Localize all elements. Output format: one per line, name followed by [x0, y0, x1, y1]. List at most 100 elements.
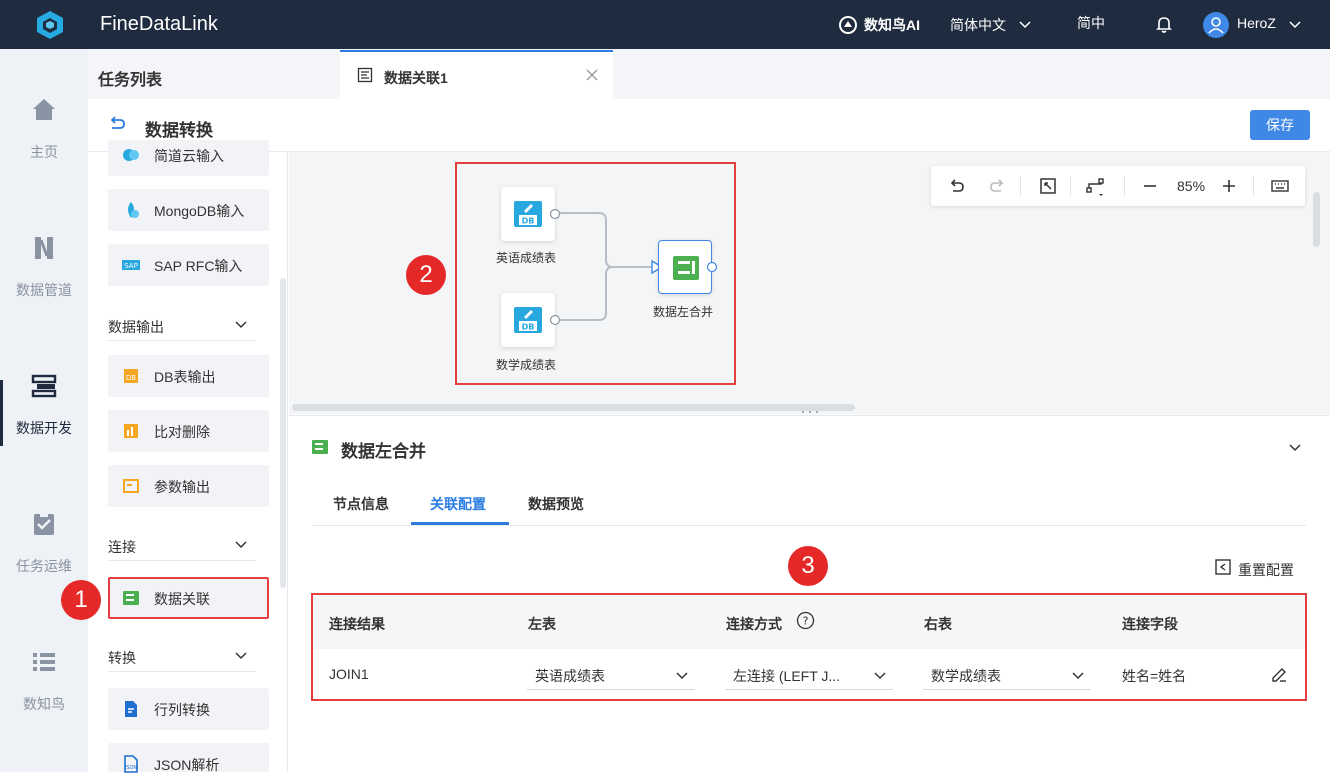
chevron-down-icon	[235, 321, 247, 329]
tab-join-config[interactable]: 关联配置	[430, 494, 486, 514]
highlight-box-table	[311, 593, 1307, 701]
component-row-col-transform[interactable]: 行列转换	[108, 688, 269, 730]
section-transform[interactable]: 转换	[108, 642, 256, 672]
close-tab-icon[interactable]	[586, 69, 598, 81]
param-output-icon	[123, 479, 139, 493]
component-label: SAP RFC输入	[154, 258, 243, 274]
username[interactable]: HeroZ	[1237, 15, 1276, 31]
component-db-output[interactable]: DB DB表输出	[108, 355, 269, 397]
section-label: 转换	[108, 650, 136, 666]
nav-label-shuzhiniao: 数知鸟	[23, 696, 65, 712]
toolbar-divider	[1070, 176, 1071, 196]
nav-label-dev: 数据开发	[16, 420, 72, 436]
compare-delete-icon	[124, 424, 138, 438]
component-label: 数据关联	[154, 591, 210, 607]
sidebar-scrollbar[interactable]	[280, 278, 286, 588]
section-label: 连接	[108, 539, 136, 555]
row-col-transform-icon	[125, 701, 137, 717]
component-label: 行列转换	[154, 702, 210, 718]
canvas-h-scrollbar[interactable]	[292, 404, 855, 411]
list-icon	[33, 653, 55, 671]
svg-text:DB: DB	[126, 374, 136, 382]
chevron-down-icon	[235, 652, 247, 660]
ai-assistant-link[interactable]: 数知鸟AI	[864, 15, 920, 35]
zoom-in-icon[interactable]	[1219, 176, 1239, 196]
user-menu-chevron-icon[interactable]	[1288, 17, 1302, 31]
nav-label-pipeline: 数据管道	[16, 282, 72, 298]
nav-item-dev[interactable]: 数据开发	[0, 372, 88, 438]
ai-bird-icon[interactable]	[838, 15, 858, 35]
component-sap-rfc-input[interactable]: SAP SAP RFC输入	[108, 244, 269, 286]
component-label: 比对删除	[154, 424, 210, 440]
annotation-badge-2: 2	[406, 255, 446, 295]
back-icon[interactable]	[107, 114, 127, 134]
component-jiandaoyun-input[interactable]: 简道云输入	[108, 140, 269, 176]
annotation-badge-3: 3	[788, 546, 828, 586]
component-compare-delete[interactable]: 比对删除	[108, 410, 269, 452]
avatar-icon[interactable]	[1203, 12, 1229, 38]
task-doc-icon	[357, 67, 373, 83]
undo-icon[interactable]	[947, 176, 967, 196]
auto-layout-icon[interactable]	[1085, 176, 1105, 196]
keyboard-icon[interactable]	[1270, 176, 1290, 196]
mongodb-icon	[128, 202, 139, 218]
nav-item-pipeline[interactable]: 数据管道	[0, 234, 88, 300]
component-param-output[interactable]: 参数输出	[108, 465, 269, 507]
ops-icon	[34, 512, 54, 535]
component-label: JSON解析	[154, 757, 220, 773]
panel-title: 数据左合并	[341, 442, 426, 461]
tab-node-info[interactable]: 节点信息	[333, 494, 389, 514]
component-label: 简道云输入	[154, 148, 224, 164]
page-title: 数据转换	[145, 121, 213, 140]
section-label: 数据输出	[108, 319, 164, 335]
svg-text:JSON: JSON	[124, 765, 138, 771]
nav-label-home: 主页	[30, 144, 58, 160]
jiandaoyun-icon	[123, 149, 139, 161]
component-label: 参数输出	[154, 479, 210, 495]
section-join[interactable]: 连接	[108, 531, 256, 561]
toolbar-divider	[1124, 176, 1125, 196]
nav-item-shuzhiniao[interactable]: 数知鸟	[0, 648, 88, 714]
transform-toolbar	[88, 100, 1330, 152]
tab-data-preview[interactable]: 数据预览	[528, 494, 584, 514]
save-button[interactable]: 保存	[1250, 110, 1310, 140]
component-mongodb-input[interactable]: MongoDB输入	[108, 189, 269, 231]
zoom-level: 85%	[1177, 178, 1206, 194]
collapse-panel-icon[interactable]	[1288, 440, 1302, 454]
app-logo-icon[interactable]	[34, 9, 66, 41]
component-label: MongoDB输入	[154, 203, 245, 219]
reset-config-button[interactable]: 重置配置	[1238, 560, 1294, 580]
nav-label-ops: 任务运维	[16, 558, 72, 574]
dev-icon	[31, 374, 57, 398]
section-data-output[interactable]: 数据输出	[108, 311, 256, 341]
sap-icon: SAP	[122, 260, 140, 270]
canvas-toolbar: 85%	[931, 166, 1305, 206]
language-select[interactable]: 简体中文	[950, 15, 1006, 35]
component-json-parse[interactable]: JSON JSON解析	[108, 743, 269, 773]
annotation-badge-1: 1	[61, 580, 101, 620]
bell-icon[interactable]	[1154, 14, 1174, 34]
canvas-v-scrollbar[interactable]	[1313, 192, 1320, 247]
nav-item-ops[interactable]: 任务运维	[0, 510, 88, 576]
data-join-icon	[312, 440, 328, 454]
component-data-join[interactable]: 数据关联	[108, 577, 269, 619]
simplified-chinese-toggle[interactable]: 简中	[1077, 13, 1105, 33]
chevron-down-icon[interactable]	[1018, 17, 1032, 31]
data-join-icon	[123, 591, 139, 605]
nav-item-home[interactable]: 主页	[0, 96, 88, 162]
reset-icon[interactable]	[1214, 558, 1232, 576]
redo-icon[interactable]	[987, 176, 1007, 196]
active-tab-underline	[411, 522, 509, 525]
pipeline-icon	[35, 237, 53, 259]
fit-view-icon[interactable]	[1038, 176, 1058, 196]
component-label: DB表输出	[154, 369, 216, 385]
svg-text:SAP: SAP	[124, 262, 138, 270]
tabs-divider	[312, 525, 1306, 526]
app-name: FineDataLink	[100, 13, 218, 35]
home-icon	[33, 99, 55, 120]
toolbar-divider	[1020, 176, 1021, 196]
zoom-out-icon[interactable]	[1140, 176, 1160, 196]
tab-data-join[interactable]	[340, 50, 613, 100]
json-parse-icon: JSON	[124, 755, 138, 773]
toolbar-divider	[1253, 176, 1254, 196]
